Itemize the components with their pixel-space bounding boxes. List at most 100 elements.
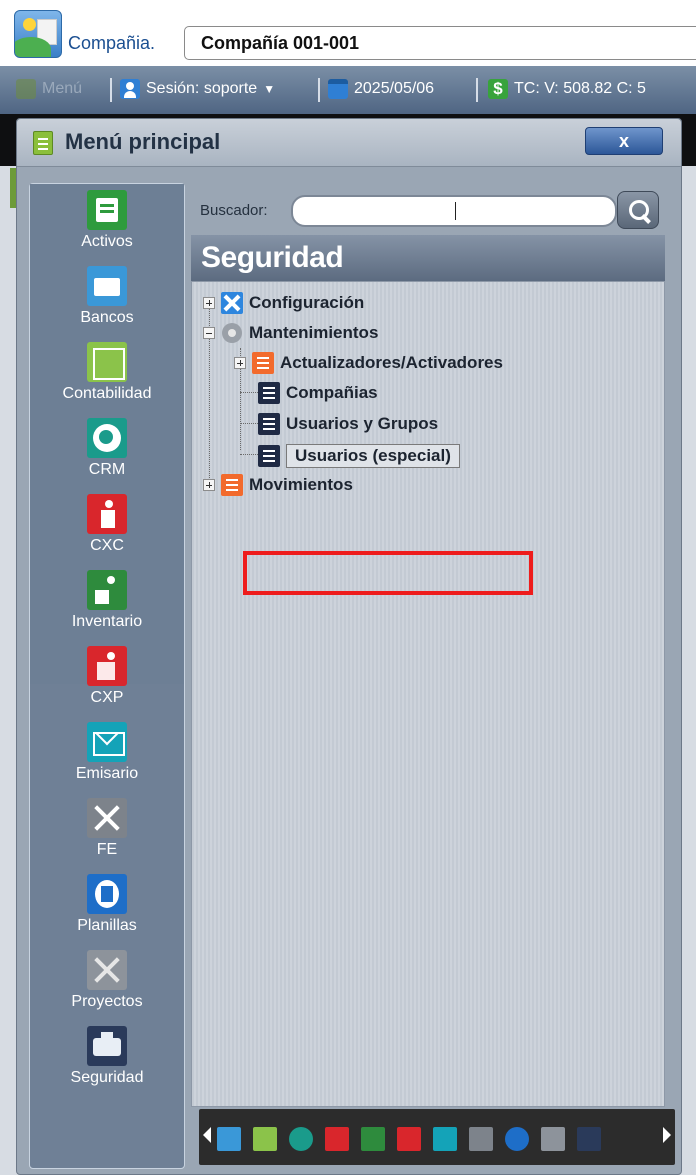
module-label: Proyectos <box>71 993 143 1010</box>
module-label: CXP <box>90 689 124 706</box>
module-fe[interactable]: FE <box>30 798 184 859</box>
close-button[interactable]: x <box>585 127 663 155</box>
module-inventario[interactable]: Inventario <box>30 570 184 631</box>
toolbar-divider <box>110 78 112 102</box>
module-label: Inventario <box>71 613 143 630</box>
tools-icon[interactable] <box>541 1127 565 1151</box>
date-label: 2025/05/06 <box>354 80 435 97</box>
tree-item-configuracion[interactable]: Configuración <box>203 292 364 314</box>
person-collect-icon <box>87 494 127 534</box>
tree-item-label: Movimientos <box>249 475 353 494</box>
chevron-down-icon: ▼ <box>263 82 276 96</box>
module-proyectos[interactable]: Proyectos <box>30 950 184 1011</box>
search-label: Buscador: <box>200 202 268 219</box>
tools-icon <box>87 798 127 838</box>
tree-item-label: Mantenimientos <box>249 323 379 342</box>
exchange-rate-label: TC: V: 508.82 C: 5 <box>514 80 646 97</box>
inventory-icon[interactable] <box>361 1127 385 1151</box>
module-seguridad[interactable]: Seguridad <box>30 1026 184 1087</box>
module-label: FE <box>96 841 118 858</box>
date-button[interactable]: 2025/05/06 <box>328 79 434 99</box>
tree-item-label: Usuarios y Grupos <box>286 414 439 433</box>
scroll-right-icon[interactable] <box>663 1127 671 1143</box>
module-sidebar: Activos Bancos Contabilidad CRM CXC Inve… <box>29 183 185 1169</box>
list-icon <box>221 474 243 496</box>
company-bar: Compañia. Compañía 001-001 <box>0 0 696 66</box>
module-label: Activos <box>81 233 133 250</box>
globe-icon <box>87 418 127 458</box>
module-label: Bancos <box>80 309 134 326</box>
security-icon[interactable] <box>577 1127 601 1151</box>
person-pay-icon[interactable] <box>397 1127 421 1151</box>
module-crm[interactable]: CRM <box>30 418 184 479</box>
text-caret <box>455 202 456 220</box>
tree-connector <box>240 454 258 455</box>
company-field[interactable]: Compañía 001-001 <box>184 26 696 60</box>
search-input[interactable] <box>291 195 617 227</box>
module-emisario[interactable]: Emisario <box>30 722 184 783</box>
module-bancos[interactable]: Bancos <box>30 266 184 327</box>
envelope-icon[interactable] <box>433 1127 457 1151</box>
tree-item-movimientos[interactable]: Movimientos <box>203 474 353 496</box>
menu-tree: Configuración Mantenimientos Actualizado… <box>191 281 665 1107</box>
tree-item-companias[interactable]: Compañias <box>258 382 378 404</box>
module-label: CXC <box>90 537 124 554</box>
module-label: CRM <box>88 461 126 478</box>
list-icon <box>258 413 280 435</box>
tree-item-usuarios-especial[interactable]: Usuarios (especial) <box>258 444 460 468</box>
module-planillas[interactable]: Planillas <box>30 874 184 935</box>
menu-button[interactable]: Menú <box>16 79 82 99</box>
exchange-rate-button[interactable]: $ TC: V: 508.82 C: 5 <box>488 79 646 99</box>
module-activos[interactable]: Activos <box>30 190 184 251</box>
section-header: Seguridad <box>191 235 665 281</box>
clipboard-icon <box>33 131 53 155</box>
session-toolbar: Menú Sesión: soporte ▼ 2025/05/06 $ TC: … <box>0 66 696 114</box>
tree-item-usuarios-grupos[interactable]: Usuarios y Grupos <box>258 413 438 435</box>
search-button[interactable] <box>617 191 659 229</box>
briefcase-icon[interactable] <box>217 1127 241 1151</box>
user-icon <box>120 79 140 99</box>
tools-icon <box>221 292 243 314</box>
expand-icon[interactable] <box>234 357 246 369</box>
module-carousel <box>199 1109 675 1165</box>
expand-icon[interactable] <box>203 479 215 491</box>
scroll-left-icon[interactable] <box>203 1127 211 1143</box>
person-collect-icon[interactable] <box>325 1127 349 1151</box>
tools-icon <box>87 950 127 990</box>
module-cxc[interactable]: CXC <box>30 494 184 555</box>
document-icon[interactable] <box>505 1127 529 1151</box>
tree-connector <box>240 423 258 424</box>
dialog-title-bar[interactable]: Menú principal x <box>17 119 681 167</box>
envelope-icon <box>87 722 127 762</box>
company-label: Compañia. <box>68 33 156 53</box>
session-dropdown[interactable]: Sesión: soporte ▼ <box>120 79 275 99</box>
tree-item-mantenimientos[interactable]: Mantenimientos <box>203 322 378 344</box>
chart-icon[interactable] <box>253 1127 277 1151</box>
tree-item-actualizadores[interactable]: Actualizadores/Activadores <box>234 352 503 374</box>
tree-item-label: Configuración <box>249 293 365 312</box>
inventory-icon <box>87 570 127 610</box>
tree-item-label: Compañias <box>286 383 378 402</box>
tools-icon[interactable] <box>469 1127 493 1151</box>
security-icon <box>87 1026 127 1066</box>
collapse-icon[interactable] <box>203 327 215 339</box>
module-label: Planillas <box>77 917 137 934</box>
person-pay-icon <box>87 646 127 686</box>
dialog-title: Menú principal <box>65 129 221 154</box>
toolbar-divider <box>476 78 478 102</box>
app-logo-icon <box>14 10 62 58</box>
menu-label: Menú <box>42 80 83 97</box>
menu-icon <box>16 79 36 99</box>
expand-icon[interactable] <box>203 297 215 309</box>
module-cxp[interactable]: CXP <box>30 646 184 707</box>
tree-item-label: Actualizadores/Activadores <box>280 353 503 372</box>
main-menu-dialog: Menú principal x Activos Bancos Contabil… <box>16 118 682 1175</box>
briefcase-icon <box>87 266 127 306</box>
chart-icon <box>87 342 127 382</box>
module-label: Contabilidad <box>62 385 152 402</box>
module-contabilidad[interactable]: Contabilidad <box>30 342 184 403</box>
gear-icon <box>221 322 243 344</box>
tree-connector <box>240 392 258 393</box>
globe-icon[interactable] <box>289 1127 313 1151</box>
session-label: Sesión: soporte <box>146 80 258 97</box>
